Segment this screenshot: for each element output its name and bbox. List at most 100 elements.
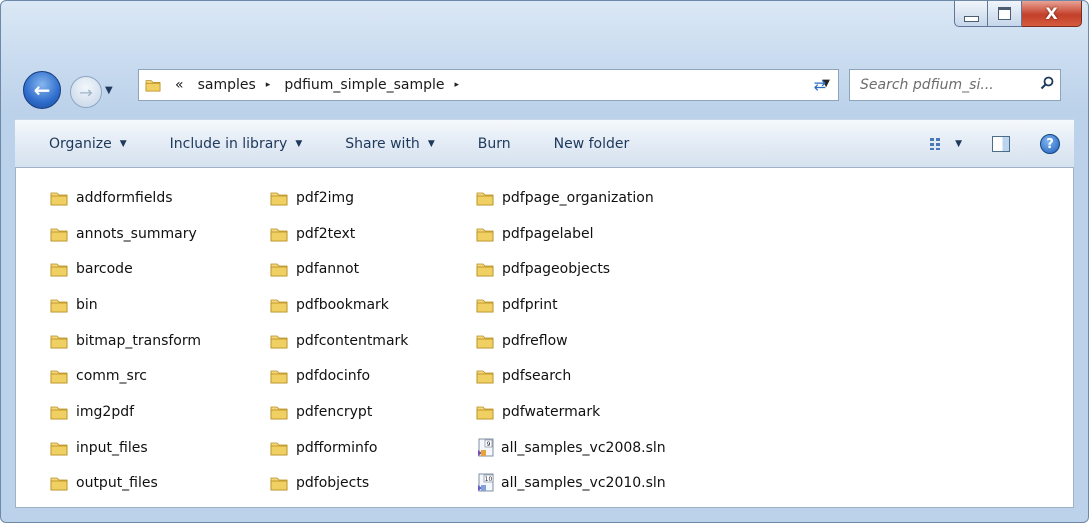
folder-icon xyxy=(50,297,68,313)
folder-item[interactable]: pdfwatermark xyxy=(476,394,666,430)
folder-item[interactable]: addformfields xyxy=(50,180,201,216)
breadcrumb-arrow-icon[interactable]: ▸ xyxy=(266,80,271,90)
folder-icon xyxy=(50,404,68,420)
preview-pane-icon[interactable] xyxy=(992,136,1010,152)
breadcrumb-label: pdfium_simple_sample xyxy=(284,77,445,93)
maximize-button[interactable] xyxy=(988,1,1022,27)
recent-pages-dropdown[interactable]: ▼ xyxy=(105,85,113,96)
search-input[interactable] xyxy=(858,76,1032,94)
folder-icon xyxy=(270,440,288,456)
folder-icon xyxy=(476,297,494,313)
file-name: pdfpage_organization xyxy=(502,189,654,206)
folder-item[interactable]: pdfobjects xyxy=(270,466,408,502)
include-in-library-menu[interactable]: Include in library ▼ xyxy=(170,136,303,152)
folder-item[interactable]: bin xyxy=(50,287,201,323)
folder-icon xyxy=(50,261,68,277)
file-name: pdfobjects xyxy=(296,475,370,492)
folder-item[interactable]: pdfprint xyxy=(476,287,666,323)
folder-item[interactable]: annots_summary xyxy=(50,216,201,252)
organize-menu[interactable]: Organize ▼ xyxy=(49,136,127,152)
folder-item[interactable]: pdfforminfo xyxy=(270,430,408,466)
folder-item[interactable]: pdfannot xyxy=(270,251,408,287)
file-column-2: pdf2img pdf2text pdfannot pdfbookmark pd… xyxy=(270,180,408,501)
chevron-down-icon: ▼ xyxy=(427,138,435,149)
view-controls: ▼ ? xyxy=(929,134,1060,154)
search-box[interactable] xyxy=(849,69,1061,101)
folder-icon xyxy=(270,297,288,313)
search-icon[interactable] xyxy=(1040,76,1054,90)
back-arrow-icon: ← xyxy=(33,78,51,102)
share-with-menu[interactable]: Share with ▼ xyxy=(345,136,434,152)
file-item[interactable]: 10 all_samples_vc2010.sln xyxy=(476,466,666,502)
help-icon[interactable]: ? xyxy=(1040,134,1060,154)
file-name: pdfannot xyxy=(296,261,360,278)
chevron-down-icon: ▼ xyxy=(295,138,303,149)
folder-icon xyxy=(270,475,288,491)
folder-item[interactable]: pdfpage_organization xyxy=(476,180,666,216)
folder-icon xyxy=(50,226,68,242)
views-icon[interactable] xyxy=(929,137,945,151)
back-button[interactable]: ← xyxy=(23,71,61,109)
folder-icon xyxy=(270,404,288,420)
folder-item[interactable]: pdfbookmark xyxy=(270,287,408,323)
close-button[interactable]: X xyxy=(1022,1,1082,27)
breadcrumb-overflow[interactable]: « xyxy=(175,77,184,93)
folder-item[interactable]: pdfreflow xyxy=(476,323,666,359)
folder-item[interactable]: pdfsearch xyxy=(476,358,666,394)
folder-icon xyxy=(270,368,288,384)
file-name: addformfields xyxy=(76,189,173,206)
burn-button[interactable]: Burn xyxy=(478,136,511,152)
folder-item[interactable]: pdf2text xyxy=(270,216,408,252)
folder-item[interactable]: bitmap_transform xyxy=(50,323,201,359)
forward-arrow-icon: → xyxy=(79,82,93,102)
folder-icon xyxy=(50,333,68,349)
file-name: pdfforminfo xyxy=(296,439,378,456)
folder-item[interactable]: pdfencrypt xyxy=(270,394,408,430)
folder-icon xyxy=(50,190,68,206)
share-with-label: Share with xyxy=(345,135,420,152)
file-name: pdfprint xyxy=(502,296,558,313)
chevron-down-icon: ▼ xyxy=(105,85,113,96)
folder-item[interactable]: pdf2img xyxy=(270,180,408,216)
folder-icon xyxy=(145,78,161,92)
minimize-icon xyxy=(963,15,979,22)
explorer-window: X ← → ▼ « samples ▸ pdfium_simple_sample… xyxy=(0,0,1089,523)
file-name: pdfcontentmark xyxy=(296,332,409,349)
file-item[interactable]: 9 all_samples_vc2008.sln xyxy=(476,430,666,466)
breadcrumb-label: samples xyxy=(197,77,256,93)
folder-item[interactable]: pdfpagelabel xyxy=(476,216,666,252)
refresh-button[interactable]: ⇄ xyxy=(800,69,840,101)
minimize-button[interactable] xyxy=(954,1,988,27)
solution-file-icon: 10 xyxy=(478,473,494,492)
folder-item[interactable]: img2pdf xyxy=(50,394,201,430)
forward-button[interactable]: → xyxy=(70,76,102,108)
file-column-3: pdfpage_organization pdfpagelabel pdfpag… xyxy=(476,180,666,501)
file-name: pdfwatermark xyxy=(502,403,601,420)
breadcrumb-samples[interactable]: samples ▸ xyxy=(198,77,271,93)
folder-item[interactable]: pdfcontentmark xyxy=(270,323,408,359)
folder-icon xyxy=(476,404,494,420)
solution-file-icon: 9 xyxy=(478,438,494,457)
folder-item[interactable]: barcode xyxy=(50,251,201,287)
new-folder-button[interactable]: New folder xyxy=(554,136,630,152)
folder-icon xyxy=(476,261,494,277)
breadcrumb-current[interactable]: pdfium_simple_sample ▸ xyxy=(284,77,459,93)
file-name: pdf2text xyxy=(296,225,356,242)
folder-icon xyxy=(50,475,68,491)
file-name: pdf2img xyxy=(296,189,355,206)
folder-item[interactable]: pdfpageobjects xyxy=(476,251,666,287)
folder-item[interactable]: output_files xyxy=(50,466,201,502)
file-name: pdfpagelabel xyxy=(502,225,594,242)
folder-item[interactable]: comm_src xyxy=(50,358,201,394)
folder-icon xyxy=(50,440,68,456)
views-dropdown[interactable]: ▼ xyxy=(955,139,962,149)
breadcrumb-arrow-icon[interactable]: ▸ xyxy=(455,80,460,90)
folder-icon xyxy=(270,333,288,349)
file-name: pdfsearch xyxy=(502,368,572,385)
chevron-down-icon: ▼ xyxy=(119,138,127,149)
folder-item[interactable]: input_files xyxy=(50,430,201,466)
folder-icon xyxy=(476,333,494,349)
address-bar[interactable]: « samples ▸ pdfium_simple_sample ▸ ▼ xyxy=(138,69,839,101)
close-icon: X xyxy=(1045,4,1058,23)
folder-item[interactable]: pdfdocinfo xyxy=(270,358,408,394)
